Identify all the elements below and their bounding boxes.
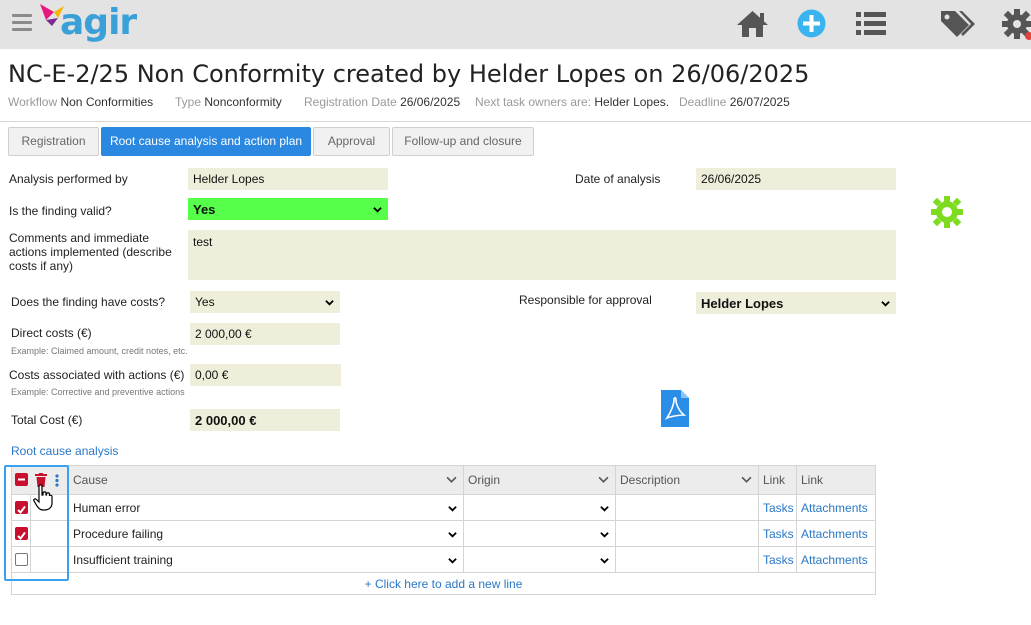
settings-icon[interactable] (1001, 8, 1031, 40)
direct-costs-field[interactable]: 2 000,00 € (190, 323, 340, 345)
row-checkbox-checked[interactable] (15, 527, 28, 541)
chevron-down-icon (448, 531, 457, 538)
meta-type: Type Nonconformity (175, 95, 282, 109)
list-icon[interactable] (855, 10, 887, 38)
origin-header-text: Origin (468, 473, 501, 487)
has-costs-value: Yes (195, 295, 215, 309)
column-header-description[interactable]: Description (615, 466, 758, 495)
column-header-cause[interactable]: Cause (68, 466, 463, 495)
chevron-down-icon (600, 531, 609, 538)
direct-costs-label: Direct costs (€) (11, 326, 92, 340)
chevron-down-icon (881, 300, 890, 307)
tasks-link[interactable]: Tasks (758, 547, 796, 573)
tab-root-cause-analysis[interactable]: Root cause analysis and action plan (101, 127, 311, 156)
tab-follow-up-closure[interactable]: Follow-up and closure (392, 127, 534, 156)
finding-valid-label: Is the finding valid? (9, 204, 112, 218)
actions-costs-field[interactable]: 0,00 € (190, 364, 341, 386)
meta-next-owners: Next task owners are: Helder Lopes. (475, 95, 670, 109)
chevron-down-icon (448, 557, 457, 564)
chevron-down-icon (741, 476, 752, 483)
more-vertical-icon[interactable] (55, 474, 59, 487)
top-bar: agir (0, 0, 1031, 49)
cause-value: Insufficient training (73, 553, 173, 567)
cause-select[interactable]: Human error (68, 495, 463, 521)
description-cell[interactable] (615, 495, 758, 521)
row-spacer-cell (30, 547, 68, 573)
origin-select[interactable] (463, 547, 615, 573)
comments-label: Comments and immediate actions implement… (9, 231, 172, 273)
total-cost-field: 2 000,00 € (190, 409, 340, 431)
add-line-button[interactable]: + Click here to add a new line (12, 574, 875, 594)
responsible-approval-select[interactable]: Helder Lopes (696, 292, 896, 314)
attachments-link[interactable]: Attachments (796, 547, 875, 573)
app-logo: agir (60, 2, 137, 43)
actions-costs-hint: Example: Corrective and preventive actio… (11, 387, 185, 397)
chevron-down-icon (600, 557, 609, 564)
table-header: Cause Origin Description Link Link (12, 466, 875, 495)
meta-workflow: Workflow Non Conformities (8, 95, 154, 109)
cause-select[interactable]: Insufficient training (68, 547, 463, 573)
meta-deadline: Deadline 26/07/2025 (679, 95, 790, 109)
table-row: Insufficient training Tasks Attachments (12, 547, 875, 573)
date-of-analysis-field[interactable]: 26/06/2025 (696, 168, 896, 190)
table-row: Procedure failing Tasks Attachments (12, 521, 875, 547)
row-spacer-cell (30, 521, 68, 547)
analysis-by-label: Analysis performed by (9, 172, 128, 186)
tags-icon[interactable] (939, 8, 977, 40)
comments-textarea[interactable]: test (188, 230, 896, 280)
responsible-approval-value: Helder Lopes (701, 295, 784, 311)
home-icon[interactable] (735, 9, 770, 39)
finding-valid-select[interactable]: Yes (188, 198, 388, 220)
description-header-text: Description (620, 473, 681, 487)
pdf-icon[interactable] (661, 390, 689, 427)
page-title: NC-E-2/25 Non Conformity created by Held… (8, 60, 810, 88)
add-circle-icon[interactable] (796, 8, 827, 39)
header-divider (0, 121, 1031, 122)
chevron-down-icon (600, 505, 609, 512)
column-header-origin[interactable]: Origin (463, 466, 615, 495)
description-cell[interactable] (615, 547, 758, 573)
settings-gear-icon[interactable] (929, 194, 965, 230)
attachments-link[interactable]: Attachments (796, 495, 875, 521)
cause-value: Human error (73, 501, 141, 515)
chevron-down-icon (446, 476, 457, 483)
tasks-link[interactable]: Tasks (758, 495, 796, 521)
has-costs-label: Does the finding have costs? (11, 295, 166, 309)
chevron-down-icon (598, 476, 609, 483)
analysis-by-field[interactable]: Helder Lopes (188, 168, 388, 190)
has-costs-select[interactable]: Yes (190, 291, 340, 313)
cause-value: Procedure failing (73, 527, 164, 541)
table-row: Human error Tasks Attachments (12, 495, 875, 521)
root-cause-analysis-link[interactable]: Root cause analysis (11, 444, 118, 458)
cause-header-text: Cause (73, 473, 108, 487)
chevron-down-icon (325, 299, 334, 306)
actions-costs-label: Costs associated with actions (€) (9, 368, 185, 382)
date-of-analysis-label: Date of analysis (575, 172, 661, 186)
chevron-down-icon (448, 505, 457, 512)
menu-icon[interactable] (12, 14, 32, 32)
column-header-link-tasks: Link (758, 466, 796, 495)
finding-valid-value: Yes (193, 201, 216, 217)
hand-cursor-icon (33, 484, 53, 511)
attachments-link[interactable]: Attachments (796, 521, 875, 547)
total-cost-label: Total Cost (€) (11, 413, 83, 427)
direct-costs-hint: Example: Claimed amount, credit notes, e… (11, 346, 188, 356)
description-cell[interactable] (615, 521, 758, 547)
origin-select[interactable] (463, 521, 615, 547)
tasks-link[interactable]: Tasks (758, 521, 796, 547)
chevron-down-icon (373, 206, 382, 213)
root-cause-table: Cause Origin Description Link Link Human… (11, 465, 876, 595)
responsible-approval-label: Responsible for approval (519, 293, 652, 307)
cause-select[interactable]: Procedure failing (68, 521, 463, 547)
origin-select[interactable] (463, 495, 615, 521)
row-checkbox-unchecked[interactable] (15, 553, 28, 566)
minus-square-icon[interactable] (15, 473, 28, 486)
column-header-link-attachments: Link (796, 466, 875, 495)
tab-registration[interactable]: Registration (8, 127, 99, 156)
meta-registration-date: Registration Date 26/06/2025 (304, 95, 461, 109)
tab-approval[interactable]: Approval (313, 127, 390, 156)
row-checkbox-checked[interactable] (15, 501, 28, 515)
